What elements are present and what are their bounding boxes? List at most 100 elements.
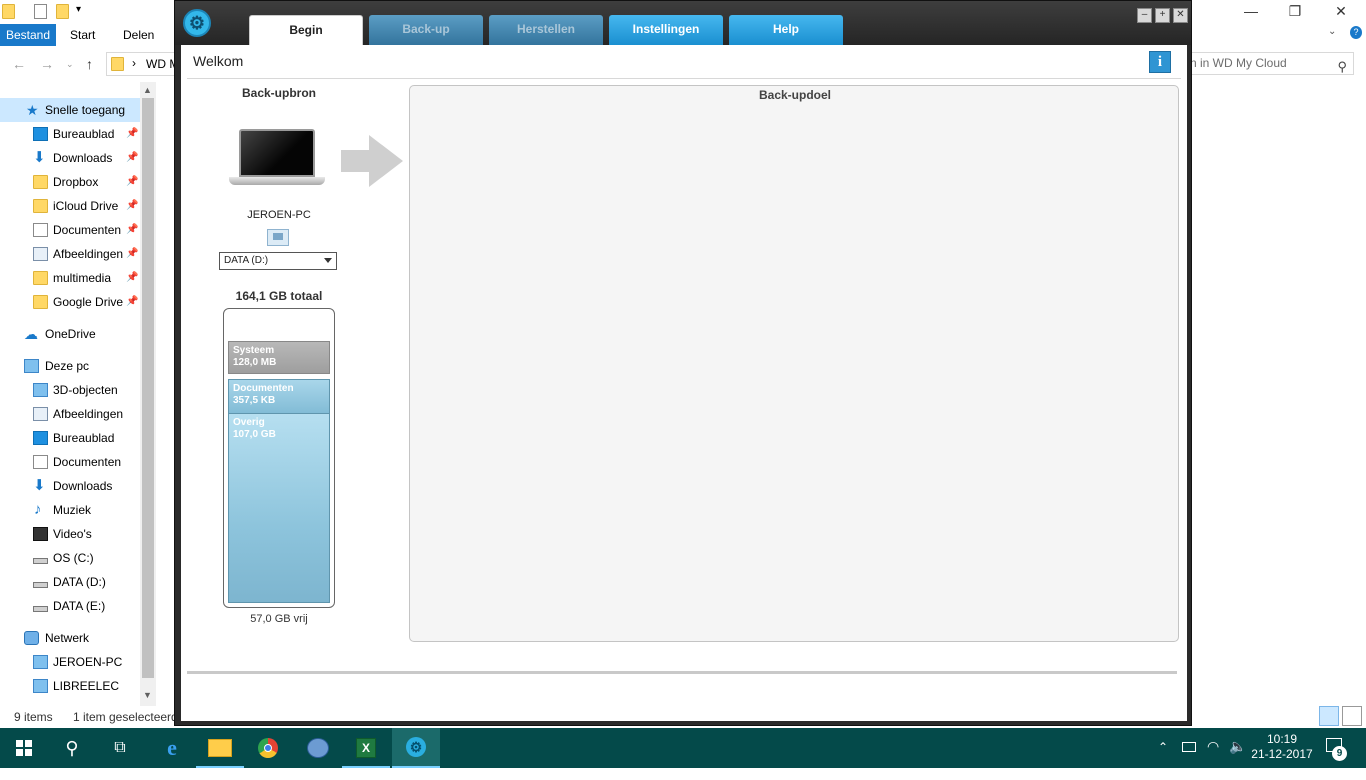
nav-item-jeroen-pc[interactable]: JEROEN-PC <box>0 650 140 674</box>
address-bar[interactable]: › WD M <box>106 52 180 76</box>
nav-item-afbeeldingen[interactable]: Afbeeldingen 📌 <box>0 242 140 266</box>
forward-arrow-icon[interactable]: → <box>40 56 54 72</box>
film-icon <box>33 527 48 541</box>
computer-icon[interactable] <box>267 229 289 246</box>
right-arrow-icon <box>341 135 403 187</box>
search-placeholder: n in WD My Cloud <box>1190 56 1287 70</box>
customize-qat-icon[interactable]: ▾ <box>76 4 81 15</box>
computer-icon <box>24 359 39 373</box>
ribbon-tab-file[interactable]: Bestand <box>0 24 56 46</box>
taskbar-edge[interactable]: e <box>148 728 196 768</box>
nav-item-data-d[interactable]: DATA (D:) <box>0 570 140 594</box>
pin-icon: 📌 <box>126 128 139 139</box>
nav-item-libreelec[interactable]: LIBREELEC <box>0 674 140 698</box>
nav-item-muziek[interactable]: ♪ Muziek <box>0 498 140 522</box>
ribbon-tab-share[interactable]: Delen <box>116 24 161 46</box>
system-clock[interactable]: 10:19 21-12-2017 <box>1250 732 1314 762</box>
taskbar-chrome[interactable] <box>244 728 292 768</box>
ribbon-tabs: Bestand Start Delen <box>0 24 180 46</box>
nav-item-data-e[interactable]: DATA (E:) <box>0 594 140 618</box>
folder-icon[interactable] <box>2 4 15 19</box>
file-explorer-icon <box>208 739 232 757</box>
wifi-icon[interactable]: ◠ <box>1207 738 1219 778</box>
pictures-icon <box>33 407 48 421</box>
start-button[interactable] <box>0 728 48 768</box>
nav-item-google-drive[interactable]: Google Drive 📌 <box>0 290 140 314</box>
nav-item-pc-bureaublad[interactable]: Bureaublad <box>0 426 140 450</box>
app-minimize-button[interactable]: – <box>1137 8 1152 23</box>
ribbon-tab-home[interactable]: Start <box>63 24 102 46</box>
details-view-button[interactable] <box>1319 706 1339 726</box>
network-icon <box>24 631 39 645</box>
app-maximize-button[interactable]: + <box>1155 8 1170 23</box>
segment-other: Overig 107,0 GB <box>228 413 330 603</box>
recent-locations-icon[interactable]: ⌄ <box>66 59 74 70</box>
backup-destination-label: Back-updoel <box>758 88 831 102</box>
nav-item-bureaublad[interactable]: Bureaublad 📌 <box>0 122 140 146</box>
taskbar-explorer[interactable] <box>196 728 244 768</box>
up-arrow-icon[interactable]: ↑ <box>86 56 93 72</box>
laptop-icon <box>229 129 325 191</box>
nav-item-icloud-drive[interactable]: iCloud Drive 📌 <box>0 194 140 218</box>
large-icons-view-button[interactable] <box>1342 706 1362 726</box>
tab-settings[interactable]: Instellingen <box>609 15 723 45</box>
properties-icon[interactable] <box>34 4 47 19</box>
new-folder-icon[interactable] <box>56 4 69 19</box>
nav-item-dropbox[interactable]: Dropbox 📌 <box>0 170 140 194</box>
storage-gauge: Systeem 128,0 MB Documenten 357,5 KB Ove… <box>223 308 335 608</box>
app-close-button[interactable]: ✕ <box>1173 8 1188 23</box>
tab-backup[interactable]: Back-up <box>369 15 483 45</box>
mail-app-icon <box>307 738 329 758</box>
pin-icon: 📌 <box>126 272 139 283</box>
drive-icon <box>33 582 48 588</box>
nav-item-pc-afbeeldingen[interactable]: Afbeeldingen <box>0 402 140 426</box>
computer-icon <box>33 679 48 693</box>
explorer-close-button[interactable]: ✕ <box>1318 0 1364 22</box>
folder-icon <box>111 57 124 71</box>
nav-item-pc-downloads[interactable]: ⬇ Downloads <box>0 474 140 498</box>
tab-help[interactable]: Help <box>729 15 843 45</box>
progress-track <box>187 671 1177 674</box>
taskbar-excel[interactable]: X <box>342 728 390 768</box>
explorer-minimize-button[interactable]: — <box>1228 0 1274 22</box>
tab-restore[interactable]: Herstellen <box>489 15 603 45</box>
nav-item-videos[interactable]: Video's <box>0 522 140 546</box>
backup-destination-panel[interactable]: Back-updoel <box>409 85 1179 642</box>
taskbar: ⚲ ⧉ e X ⚙ ⌃ ◠ 🔈 10:19 21-12-2017 9 <box>0 728 1366 768</box>
search-icon: ⚲ <box>1337 59 1347 74</box>
pin-icon: 📌 <box>126 296 139 307</box>
gauge-inner: Systeem 128,0 MB Documenten 357,5 KB Ove… <box>228 313 330 603</box>
nav-item-multimedia[interactable]: multimedia 📌 <box>0 266 140 290</box>
nav-onedrive[interactable]: ☁ OneDrive <box>0 322 140 346</box>
taskbar-wd-backup[interactable]: ⚙ <box>392 728 440 768</box>
taskbar-search-button[interactable]: ⚲ <box>48 728 96 768</box>
task-view-button[interactable]: ⧉ <box>96 728 144 768</box>
nav-quick-access[interactable]: ★ Snelle toegang <box>0 98 140 122</box>
battery-icon[interactable] <box>1182 742 1196 752</box>
address-row: ← → ⌄ ↑ › WD M <box>0 48 180 80</box>
tab-begin[interactable]: Begin <box>249 15 363 46</box>
chrome-center <box>264 744 272 752</box>
laptop-base <box>229 177 325 185</box>
show-hidden-icons-icon[interactable]: ⌃ <box>1158 740 1168 780</box>
back-arrow-icon[interactable]: ← <box>12 56 26 72</box>
taskbar-thunderbird[interactable] <box>294 728 342 768</box>
info-icon[interactable]: i <box>1149 51 1171 73</box>
explorer-restore-button[interactable]: ❐ <box>1272 0 1318 22</box>
segment-system: Systeem 128,0 MB <box>228 341 330 374</box>
nav-this-pc[interactable]: Deze pc <box>0 354 140 378</box>
drive-select[interactable]: DATA (D:) <box>219 252 337 270</box>
nav-item-os-c[interactable]: OS (C:) <box>0 546 140 570</box>
nav-network[interactable]: Netwerk <box>0 626 140 650</box>
search-input[interactable]: n in WD My Cloud ⚲ <box>1190 52 1354 75</box>
pin-icon: 📌 <box>126 200 139 211</box>
nav-item-pc-documenten[interactable]: Documenten <box>0 450 140 474</box>
ribbon-expand-icon[interactable]: ⌄ <box>1328 26 1336 37</box>
nav-item-downloads[interactable]: ⬇ Downloads 📌 <box>0 146 140 170</box>
task-view-icon: ⧉ <box>114 739 126 756</box>
help-icon[interactable]: ? <box>1350 26 1362 39</box>
nav-item-documenten[interactable]: Documenten 📌 <box>0 218 140 242</box>
nav-item-3d-objects[interactable]: 3D-objecten <box>0 378 140 402</box>
volume-icon[interactable]: 🔈 <box>1229 738 1246 778</box>
navigation-pane: ★ Snelle toegang Bureaublad 📌 ⬇ Download… <box>0 82 156 706</box>
